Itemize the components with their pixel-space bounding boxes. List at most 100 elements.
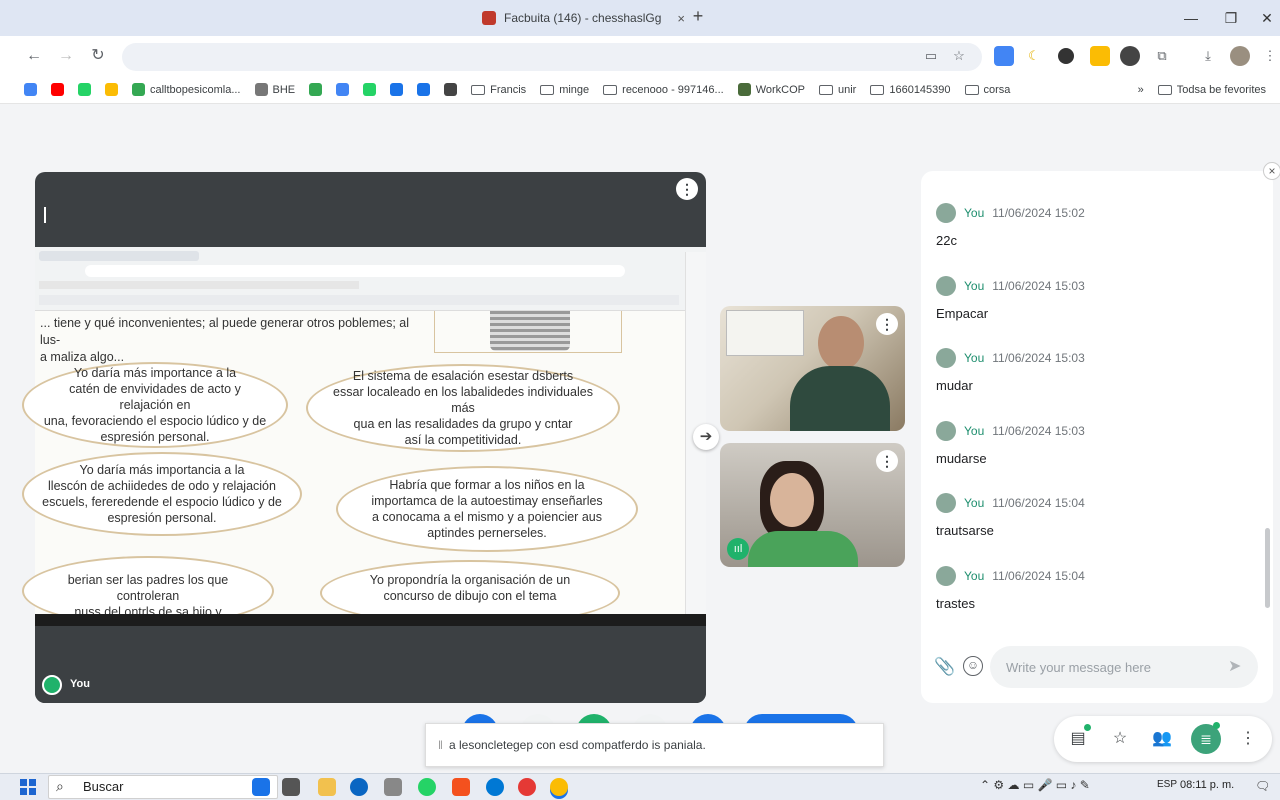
more-options-icon[interactable]: ⋮ (1236, 727, 1260, 751)
browser-menu-icon[interactable]: ⋮ (1260, 46, 1280, 66)
taskbar-search[interactable]: Buscar (48, 775, 278, 799)
bookmark-favicon-icon (78, 83, 91, 96)
back-icon[interactable]: ← (22, 44, 46, 68)
presentation-more-options-icon[interactable]: ⋮ (676, 178, 698, 200)
download-icon[interactable]: ⤓ (1198, 46, 1218, 66)
language-indicator[interactable]: ESP (1157, 779, 1177, 790)
bookmark-item[interactable] (309, 83, 323, 96)
whatsapp-icon[interactable] (418, 778, 436, 796)
toast-text: a lesoncletegep con esd compatferdo is p… (448, 738, 706, 752)
bookmarks-bar: calltbopesicomla... BHE Francis minge receno… (0, 76, 1280, 104)
profile-avatar[interactable] (1230, 46, 1250, 66)
search-icon: ⌕ (56, 778, 64, 794)
opera-icon[interactable] (518, 778, 536, 796)
bookmark-item[interactable] (417, 83, 431, 96)
bookmark-item[interactable]: WorkCOP (737, 83, 805, 96)
chat-badge (1213, 722, 1220, 729)
task-view-icon[interactable] (282, 778, 300, 796)
bookmark-item[interactable]: calltbopesicomla... (132, 83, 241, 96)
extension-globe-icon[interactable] (1120, 46, 1140, 66)
close-window-button[interactable]: ✕ (1252, 6, 1280, 30)
taskbar-app-icon-2[interactable] (384, 778, 402, 796)
bookmark-label: recenooo - 997146... (622, 83, 724, 96)
bookmark-item[interactable]: corsa (964, 83, 1011, 96)
extension-moon-icon[interactable]: ☾ (1024, 46, 1044, 66)
reload-icon[interactable]: ↻ (86, 44, 110, 68)
bookmark-item[interactable]: recenooo - 997146... (603, 84, 724, 96)
speech-bubble-text: Habría que formar a los niños en la impo… (371, 478, 603, 540)
message-time: 11/06/2024 15:02 (992, 206, 1085, 220)
address-bar[interactable] (122, 43, 982, 71)
edge-icon[interactable] (350, 778, 368, 796)
activities-star-icon[interactable]: ☆ (1108, 727, 1132, 751)
bookmark-item[interactable] (336, 83, 350, 96)
chat-message-input[interactable]: Write your message here (990, 646, 1258, 688)
chat-message-header: You 11/06/2024 15:04 (936, 566, 1256, 586)
message-text: 22c (936, 233, 957, 248)
sender-name: You (964, 279, 985, 293)
bookmark-item[interactable] (444, 83, 458, 96)
new-tab-button[interactable]: + (688, 6, 708, 28)
bookmark-favicon-icon (737, 83, 751, 96)
sender-name: You (964, 569, 985, 583)
bookmark-favicon-icon (444, 83, 458, 96)
bookmark-item[interactable] (363, 83, 377, 96)
cast-icon[interactable]: ▭ (921, 46, 941, 66)
presenter-avatar (42, 675, 62, 695)
close-chat-icon[interactable]: × (1263, 162, 1280, 180)
all-bookmarks-button[interactable]: Todsa be fevorites (1157, 84, 1266, 96)
bookmark-item[interactable]: minge (540, 84, 589, 96)
extension-dark-icon[interactable] (1058, 48, 1074, 64)
emoji-icon[interactable]: ☺ (963, 656, 983, 676)
bookmarks-more-icon[interactable]: » (1138, 84, 1144, 96)
brave-icon[interactable] (452, 778, 470, 796)
sender-avatar (936, 348, 956, 368)
bookmark-item[interactable] (51, 83, 64, 96)
participant-2-options-icon[interactable]: ⋮ (876, 450, 898, 472)
speech-bubble-text: Yo daría más importance a la catén de en… (43, 366, 267, 444)
tab-close-icon[interactable]: × (677, 11, 685, 26)
folder-icon (964, 84, 979, 95)
attach-icon[interactable]: 📎 (934, 657, 955, 677)
send-icon[interactable]: ➤ (1228, 656, 1241, 676)
people-icon[interactable]: 👥 (1150, 727, 1174, 751)
chat-scrollbar[interactable] (1265, 528, 1270, 608)
message-text: Empacar (936, 306, 989, 321)
extensions-puzzle-icon[interactable]: ⧉ (1152, 46, 1172, 66)
bookmark-item[interactable] (105, 83, 118, 96)
start-icon[interactable] (20, 779, 36, 795)
sender-name: You (964, 496, 985, 510)
bookmark-item[interactable] (24, 83, 37, 96)
bookmark-favicon-icon (309, 83, 323, 96)
expand-arrow-icon[interactable]: ➔ (693, 424, 719, 450)
minimize-button[interactable]: — (1176, 6, 1206, 30)
message-text: mudarse (936, 451, 987, 466)
participant-1-options-icon[interactable]: ⋮ (876, 313, 898, 335)
taskbar-clock[interactable]: 08:11 p. m. (1180, 779, 1234, 791)
notification-icon[interactable]: 🗨 (1255, 779, 1270, 793)
chat-message: You 11/06/2024 15:04 trastes (936, 566, 1256, 611)
translate-extension-icon[interactable] (994, 46, 1014, 66)
taskbar-app-icon[interactable] (252, 778, 270, 796)
maximize-button[interactable]: ❐ (1216, 6, 1246, 30)
edge-icon-2[interactable] (486, 778, 504, 796)
sender-name: You (964, 424, 985, 438)
bookmark-item[interactable]: BHE (254, 83, 295, 96)
speech-bubble-text: El sistema de esalación esestar dsberts … (333, 369, 593, 447)
forward-icon[interactable]: → (54, 44, 78, 68)
bookmark-favicon-icon (51, 83, 64, 96)
bookmark-item[interactable]: Francis (471, 84, 526, 96)
bookmark-item[interactable]: unir (819, 84, 856, 96)
bookmark-item[interactable]: 1660145390 (870, 84, 951, 96)
message-text: trautsarse (936, 523, 994, 538)
bookmark-item[interactable] (390, 83, 404, 96)
bookmark-item[interactable] (78, 83, 91, 96)
chrome-icon[interactable] (550, 778, 568, 796)
bookmark-label: corsa (983, 83, 1011, 96)
extension-keep-icon[interactable] (1090, 46, 1110, 66)
folder-icon (819, 84, 833, 95)
file-explorer-icon[interactable] (318, 778, 336, 796)
browser-tab[interactable]: Facbuita (146) - chesshaslGg × (470, 4, 685, 32)
bookmark-star-icon[interactable]: ☆ (949, 46, 969, 66)
tray-icons[interactable]: ⌃ ⚙ ☁ ▭ 🎤 ▭ ♪ ✎ (980, 778, 1090, 792)
